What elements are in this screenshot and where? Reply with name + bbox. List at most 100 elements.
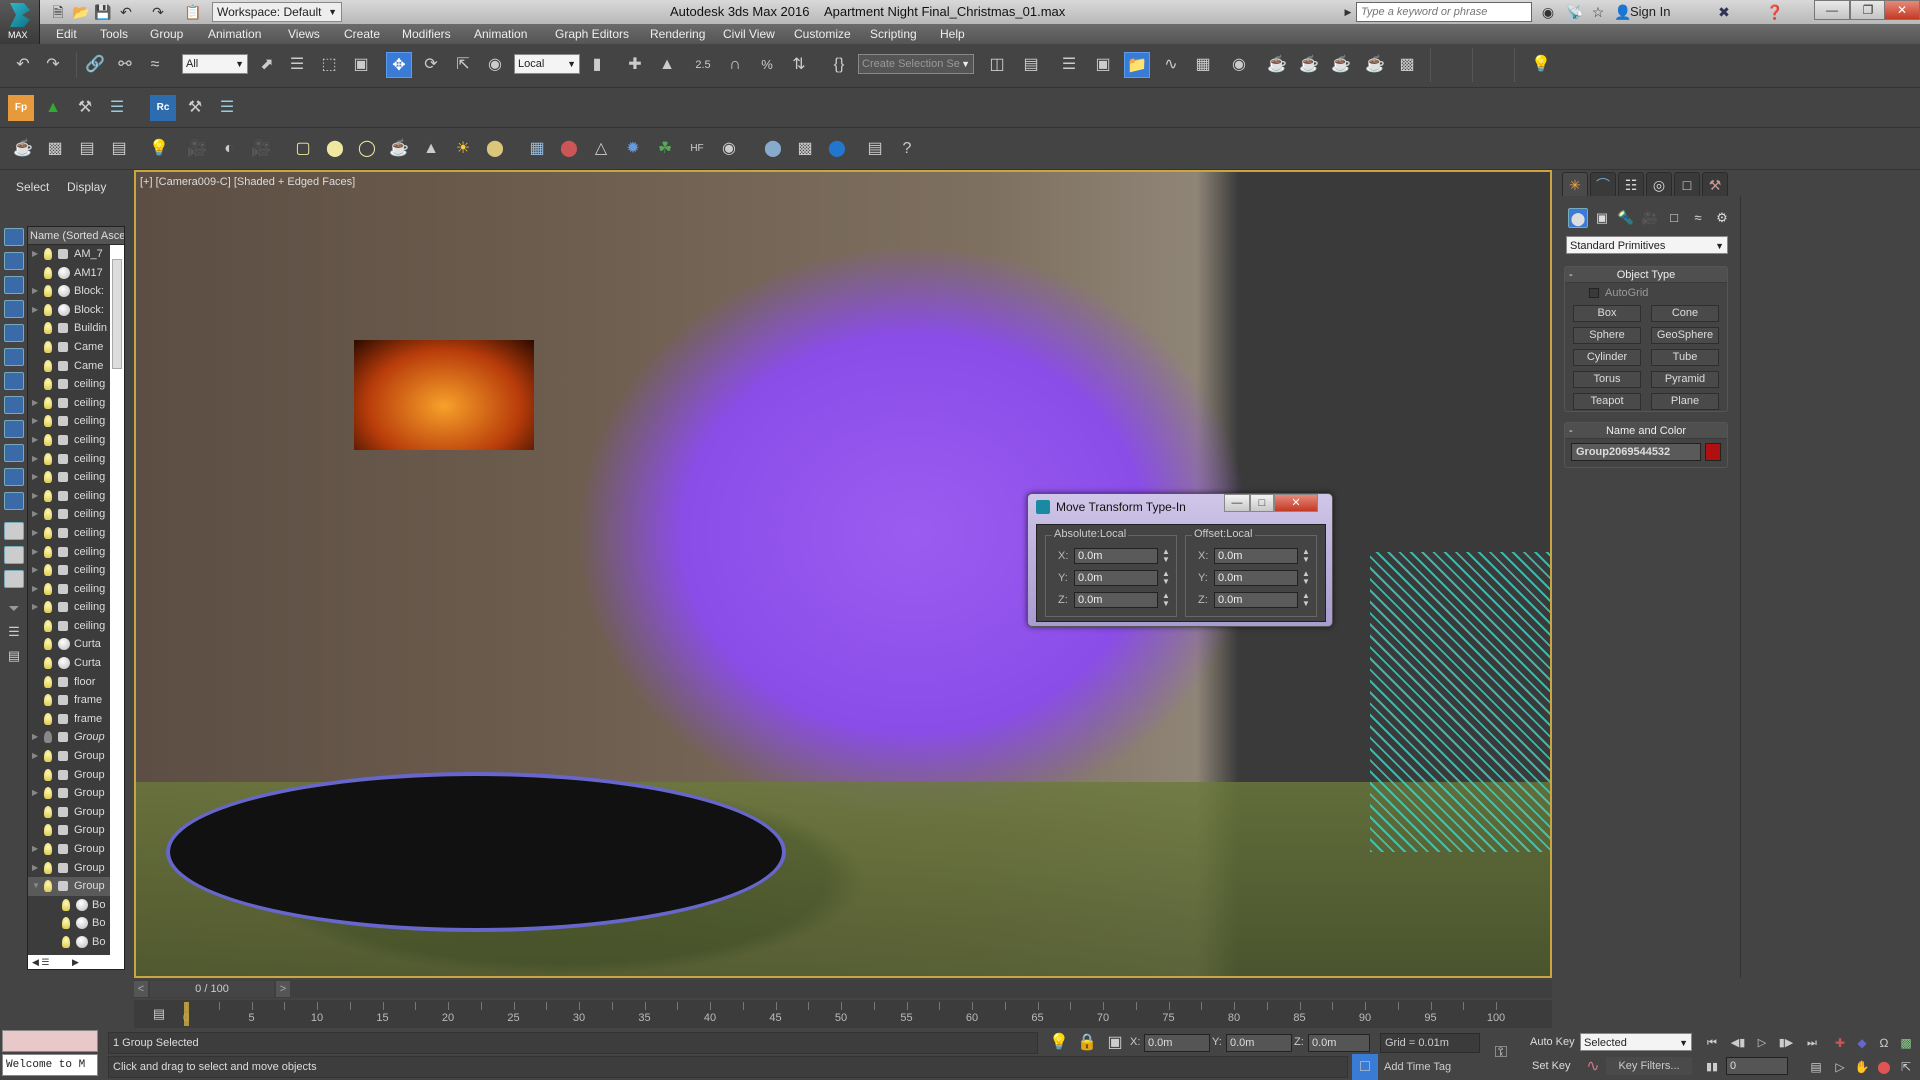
sphere-button[interactable]: Sphere: [1573, 327, 1641, 344]
select-and-link-icon[interactable]: 🔗: [82, 52, 108, 78]
exchange-apps-icon[interactable]: ✖: [1716, 4, 1732, 20]
expand-arrow-icon[interactable]: ▶: [32, 524, 40, 542]
sun-icon[interactable]: ☀: [450, 136, 476, 162]
visibility-lightbulb-icon[interactable]: [44, 248, 52, 260]
checkbox-icon[interactable]: [1589, 288, 1599, 299]
display-none-icon[interactable]: [4, 546, 24, 564]
forest-tree-icon[interactable]: ▲: [40, 95, 66, 121]
binoculars-search-icon[interactable]: ◉: [1540, 4, 1556, 20]
expand-arrow-icon[interactable]: ▶: [32, 561, 40, 579]
x-coordinate-input[interactable]: 0.0m: [1144, 1034, 1210, 1052]
tab-display[interactable]: Display: [67, 180, 106, 194]
create-tab-icon[interactable]: ✳: [1562, 172, 1588, 196]
visibility-lightbulb-icon[interactable]: [44, 564, 52, 577]
forest-tools-icon[interactable]: ⚒: [72, 95, 98, 121]
visibility-lightbulb-icon[interactable]: [44, 768, 52, 781]
unlink-selection-icon[interactable]: ⚯: [112, 52, 138, 78]
menu-views[interactable]: Views: [288, 27, 320, 41]
visibility-lightbulb-icon[interactable]: [44, 880, 52, 893]
current-frame-input[interactable]: 0: [1726, 1057, 1788, 1075]
material-sphere-icon[interactable]: ⬤: [760, 136, 786, 162]
visibility-lightbulb-icon[interactable]: [44, 378, 52, 391]
layer-explorer-icon[interactable]: ▣: [1090, 52, 1116, 78]
sign-in-link[interactable]: Sign In: [1630, 4, 1670, 19]
maximize-toggle-icon[interactable]: ⇱: [1896, 1058, 1916, 1076]
systems-category-icon[interactable]: ⚙: [1712, 208, 1732, 228]
set-keys-curve-icon[interactable]: ∿: [1580, 1054, 1606, 1080]
filter-options-icon[interactable]: ☰: [4, 624, 24, 642]
cone-button[interactable]: Cone: [1651, 305, 1719, 322]
render-region-icon[interactable]: ⬤: [824, 136, 850, 162]
visibility-lightbulb-icon[interactable]: [44, 750, 52, 763]
cylinder-button[interactable]: Cylinder: [1573, 349, 1641, 366]
project-folder-icon[interactable]: 📋: [184, 4, 201, 20]
undo-icon[interactable]: ↶: [10, 52, 36, 78]
mirror-icon[interactable]: ◫: [984, 52, 1010, 78]
teapot-icon[interactable]: ☕: [10, 136, 36, 162]
expand-arrow-icon[interactable]: ▶: [32, 859, 40, 877]
display-containers-icon[interactable]: [4, 444, 24, 462]
name-column-header[interactable]: Name (Sorted Ascen: [28, 227, 124, 245]
curve-editor-icon[interactable]: ∿: [1158, 52, 1184, 78]
visibility-lightbulb-icon[interactable]: [44, 489, 52, 502]
panel-icon[interactable]: ▤: [74, 136, 100, 162]
time-configuration-icon[interactable]: ▤: [1806, 1058, 1826, 1076]
lightbulb-icon[interactable]: 💡: [1528, 52, 1554, 78]
spinner-icon[interactable]: ▲ ▼: [1162, 570, 1170, 586]
maxscript-input[interactable]: Welcome to M: [2, 1054, 98, 1076]
orbit-icon[interactable]: Ω: [1874, 1034, 1894, 1052]
expand-arrow-icon[interactable]: ▶: [32, 412, 40, 430]
toggle-scene-explorer-icon[interactable]: ☰: [1056, 52, 1082, 78]
isolate-selection-icon[interactable]: 💡: [1046, 1030, 1072, 1056]
visibility-lightbulb-icon[interactable]: [44, 712, 52, 725]
hair-farm-icon[interactable]: HF: [684, 136, 710, 162]
visibility-lightbulb-icon[interactable]: [44, 787, 52, 800]
keyboard-shortcut-override-icon[interactable]: ▲: [654, 52, 680, 78]
key-mode-dropdown[interactable]: Selected ▼: [1580, 1033, 1692, 1051]
snaps-toggle-icon[interactable]: 2.5: [690, 52, 716, 78]
expand-arrow-icon[interactable]: ▶: [32, 245, 40, 263]
camera-icon[interactable]: 🎥: [184, 136, 210, 162]
maximize-viewport-icon[interactable]: ▩: [1896, 1034, 1916, 1052]
expand-arrow-icon[interactable]: ▶: [32, 505, 40, 523]
key-mode-toggle-icon[interactable]: ▮▮: [1702, 1058, 1722, 1076]
spinner-icon[interactable]: ▲ ▼: [1162, 548, 1170, 564]
lights-category-icon[interactable]: 🔦: [1616, 208, 1636, 228]
bind-to-space-warp-icon[interactable]: ≈: [142, 52, 168, 78]
object-category-dropdown[interactable]: Standard Primitives ▼: [1566, 236, 1728, 254]
fur-icon[interactable]: ✹: [620, 136, 646, 162]
expand-arrow-icon[interactable]: ▶: [32, 840, 40, 858]
spot-light-icon[interactable]: ▲: [418, 136, 444, 162]
set-key-button[interactable]: Set Key: [1532, 1060, 1571, 1072]
camera-viewport[interactable]: [+] [Camera009-C] [Shaded + Edged Faces]: [134, 170, 1552, 978]
vfb-icon[interactable]: ▩: [792, 136, 818, 162]
dome-light-icon[interactable]: ⬤: [322, 136, 348, 162]
collapse-arrow-icon[interactable]: ▼: [32, 877, 40, 895]
object-name-input[interactable]: Group2069544532: [1571, 443, 1701, 461]
redo-icon[interactable]: ↷: [150, 4, 166, 20]
menu-civil-view[interactable]: Civil View: [723, 27, 775, 41]
box-button[interactable]: Box: [1573, 305, 1641, 322]
menu-help[interactable]: Help: [940, 27, 965, 41]
display-xrefs-icon[interactable]: [4, 396, 24, 414]
panel-icon-2[interactable]: ▤: [106, 136, 132, 162]
select-manipulate-icon[interactable]: ✚: [622, 52, 648, 78]
visibility-lightbulb-icon[interactable]: [44, 340, 52, 353]
railclone-list-icon[interactable]: ☰: [214, 95, 240, 121]
spinner-icon[interactable]: ▲ ▼: [1302, 570, 1310, 586]
visibility-lightbulb-icon[interactable]: [44, 824, 52, 837]
redo-icon[interactable]: ↷: [40, 52, 66, 78]
sphere-light-icon[interactable]: ◯: [354, 136, 380, 162]
toggle-ribbon-icon[interactable]: 📁: [1124, 52, 1150, 78]
visibility-lightbulb-icon[interactable]: [44, 359, 52, 372]
visibility-lightbulb-icon[interactable]: [44, 861, 52, 874]
light-lister-icon[interactable]: 💡: [146, 136, 172, 162]
spacewarps-category-icon[interactable]: ≈: [1688, 208, 1708, 228]
expand-arrow-icon[interactable]: ▶: [32, 282, 40, 300]
next-frame-button[interactable]: >: [276, 981, 290, 997]
default-in-out-tangent-key-icon[interactable]: ⚿: [1488, 1040, 1514, 1066]
visibility-lightbulb-icon[interactable]: [44, 638, 52, 651]
utilities-tab-icon[interactable]: ⚒: [1702, 172, 1728, 196]
visibility-lightbulb-icon[interactable]: [44, 396, 52, 409]
visibility-lightbulb-icon[interactable]: [44, 843, 52, 855]
